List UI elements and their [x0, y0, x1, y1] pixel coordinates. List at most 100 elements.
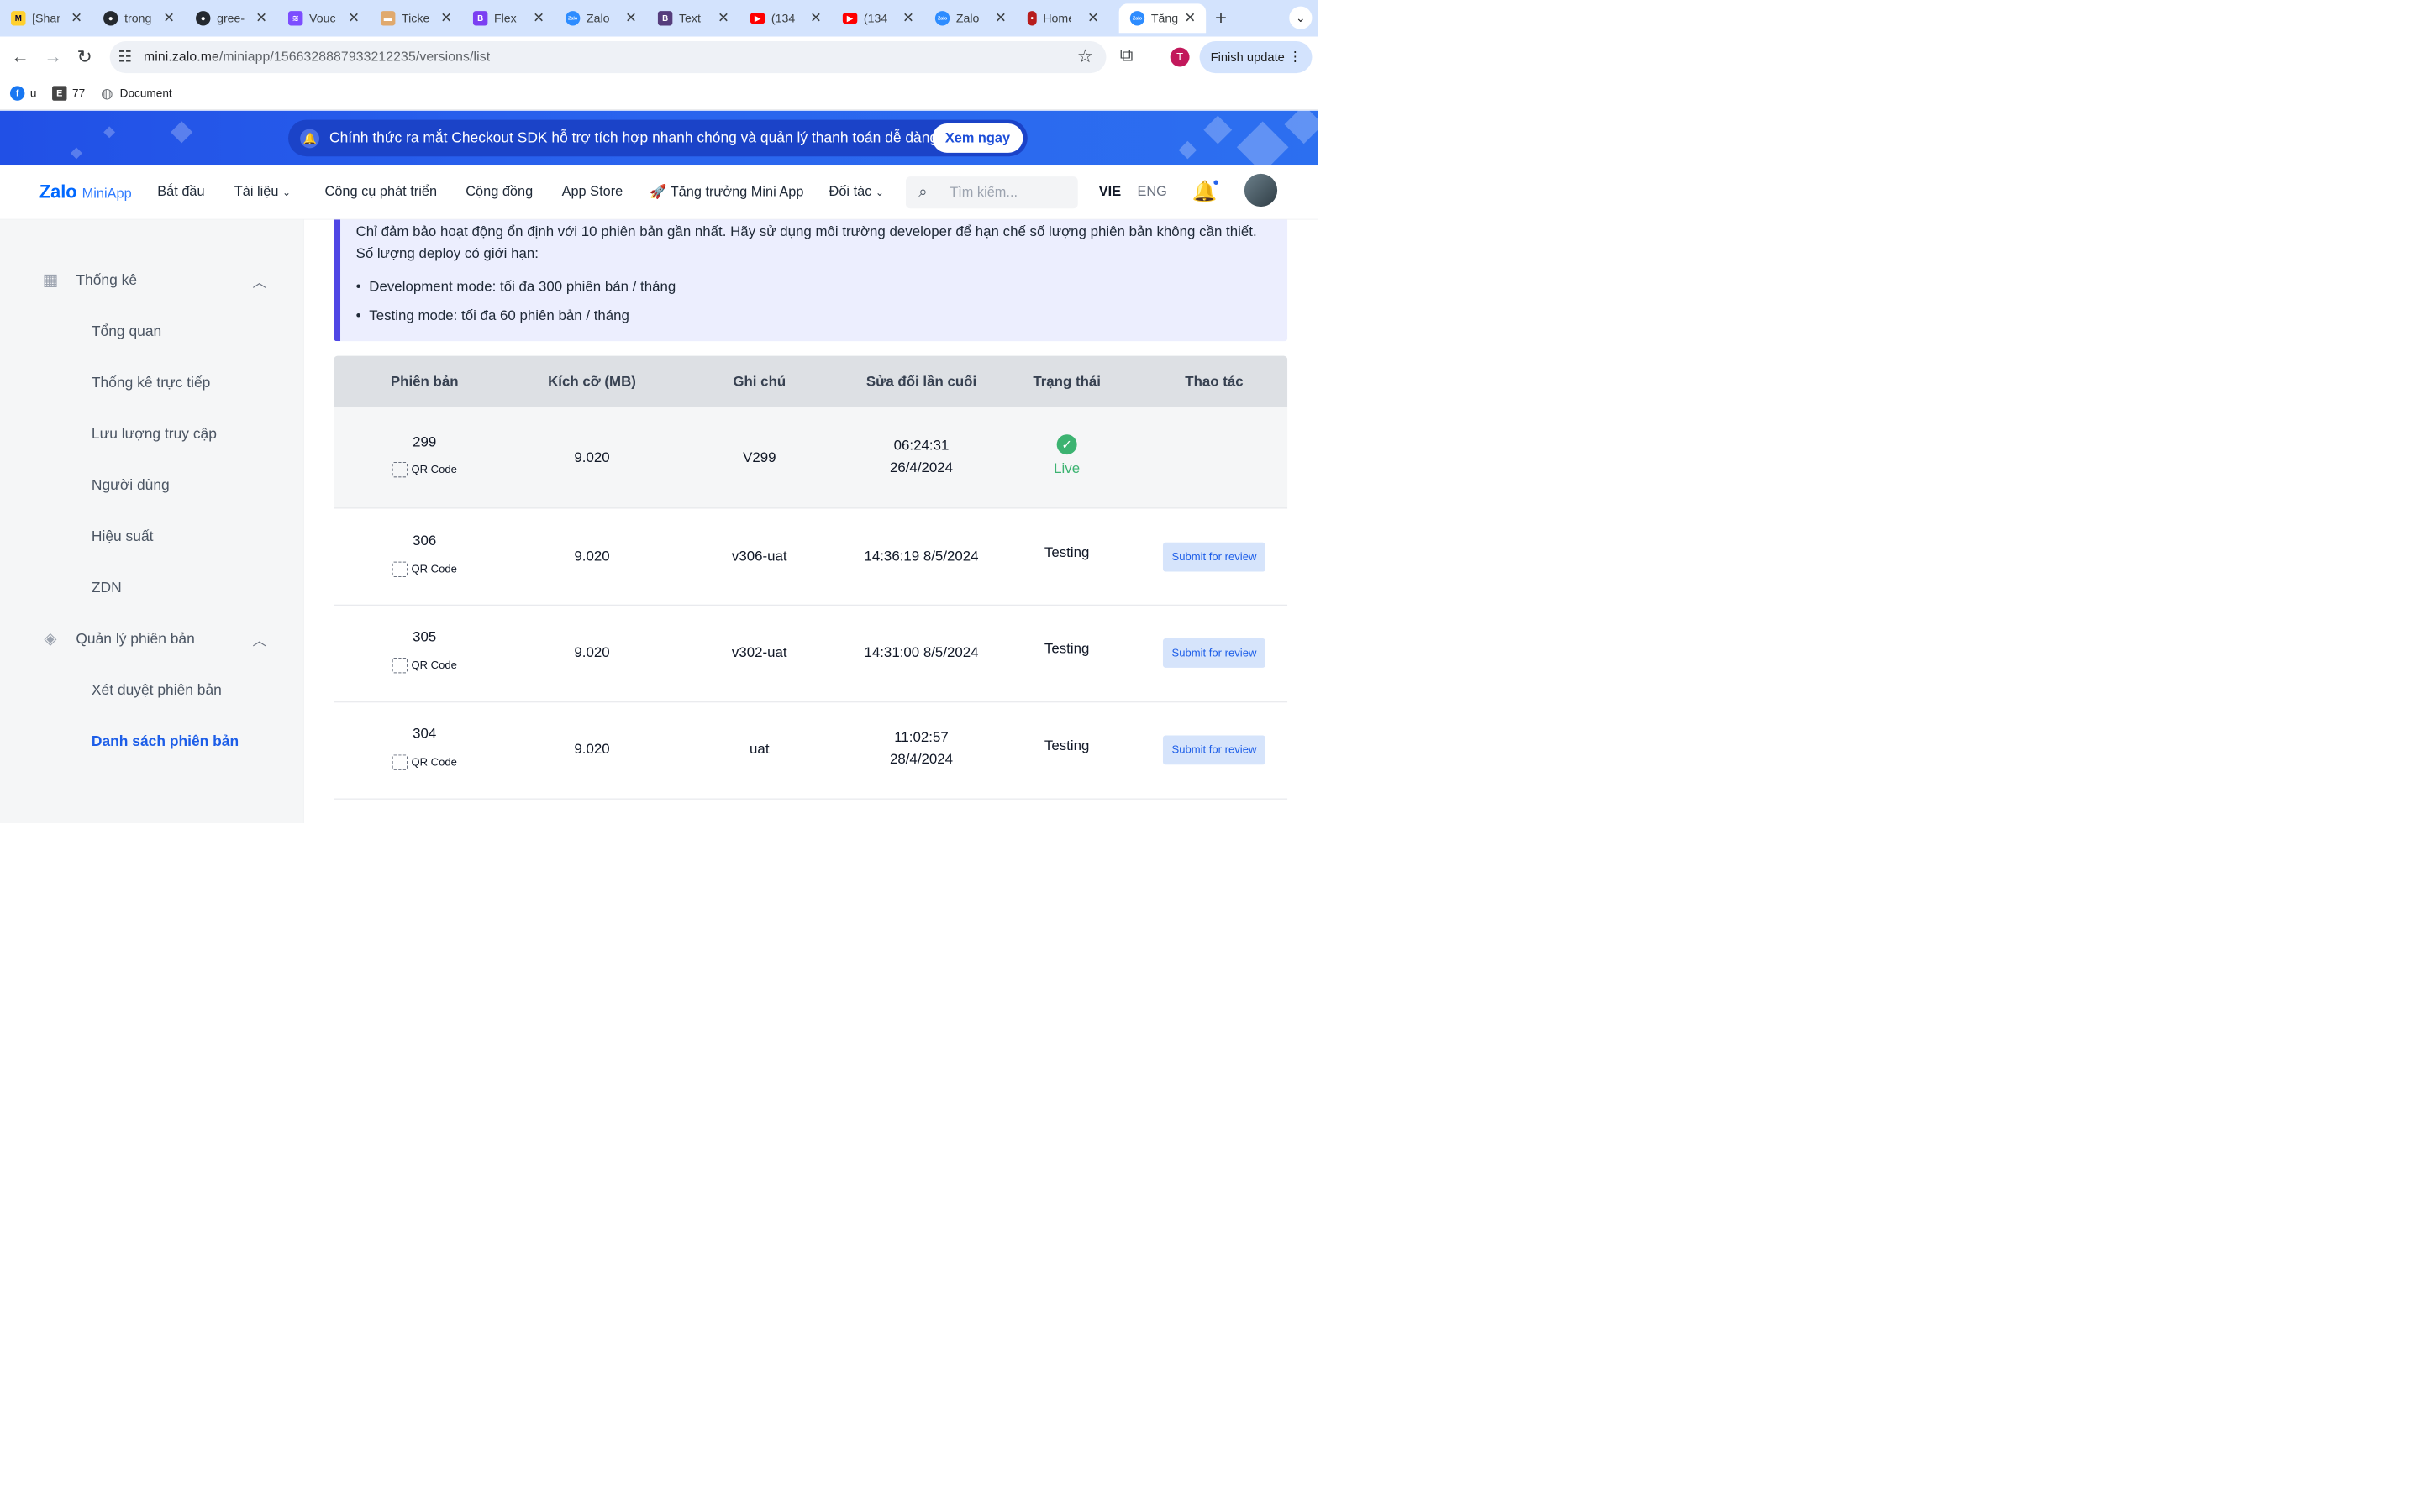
notification-bell-icon[interactable]: 🔔 — [1192, 179, 1218, 202]
tab-title: gree- — [217, 11, 245, 25]
browser-tab[interactable]: ≋ Vouc ✕ — [277, 3, 370, 33]
bookmark-item[interactable]: E 77 — [52, 86, 85, 101]
browser-tab-strip: M [Shar ✕ ● trong ✕ ● gree- ✕ ≋ Vouc ✕ ▬ Ticke ✕ B… — [0, 0, 1318, 37]
banner-cta-button[interactable]: Xem ngay — [932, 123, 1023, 153]
browser-tab[interactable]: ● trong ✕ — [92, 3, 185, 33]
close-tab-icon[interactable]: ✕ — [533, 10, 544, 26]
nav-doi-tac[interactable]: Đối tác ⌄ — [829, 184, 884, 200]
browser-tab[interactable]: M [Shar ✕ — [0, 3, 92, 33]
size-cell: 9.020 — [574, 643, 610, 660]
browser-tab[interactable]: B Text ✕ — [647, 3, 739, 33]
sidebar-item-thong-ke-truc-tiep[interactable]: Thống kê trực tiếp — [92, 374, 210, 391]
close-tab-icon[interactable]: ✕ — [163, 10, 175, 26]
close-tab-icon[interactable]: ✕ — [1184, 10, 1196, 26]
qr-code-link[interactable]: QR Code — [392, 754, 457, 770]
submit-for-review-button[interactable]: Submit for review — [1162, 542, 1265, 572]
table-row: 304 QR Code 9.020 uat 11:02:57 28/4/2024… — [334, 702, 1288, 800]
tab-title: Zalo — [955, 11, 980, 25]
url-text[interactable]: mini.zalo.me/miniapp/1566328887933212235… — [144, 50, 490, 65]
nav-tai-lieu[interactable]: Tài liệu ⌄ — [234, 184, 291, 200]
tab-search-chevron-icon[interactable]: ⌄ — [1289, 6, 1313, 29]
close-tab-icon[interactable]: ✕ — [995, 10, 1007, 26]
submit-for-review-button[interactable]: Submit for review — [1162, 735, 1265, 765]
tab-title: trong — [124, 11, 152, 25]
sidebar-group-thong-ke[interactable]: ▦ Thống kê — [41, 270, 137, 289]
youtube-icon: ▶ — [842, 13, 858, 24]
search-icon: ⌕ — [918, 182, 928, 201]
close-tab-icon[interactable]: ✕ — [718, 10, 729, 26]
new-tab-icon[interactable]: + — [1215, 7, 1227, 29]
bootstrap-icon: B — [472, 11, 488, 26]
sidebar-item-xet-duyet[interactable]: Xét duyệt phiên bản — [92, 681, 222, 698]
close-tab-icon[interactable]: ✕ — [348, 10, 360, 26]
site-info-icon[interactable]: ☷ — [118, 48, 132, 66]
browser-tab[interactable]: Zalo Zalo ✕ — [924, 3, 1017, 33]
banner-pill: 🔔 Chính thức ra mắt Checkout SDK hỗ trợ … — [287, 119, 1028, 157]
search-input[interactable]: ⌕ Tìm kiếm... — [905, 176, 1078, 209]
close-tab-icon[interactable]: ✕ — [1087, 10, 1099, 26]
browser-tab[interactable]: Zalo Zalo ✕ — [555, 3, 647, 33]
forward-arrow-icon[interactable]: → — [44, 47, 62, 68]
sidebar-item-tong-quan[interactable]: Tổng quan — [92, 323, 161, 339]
version-number: 304 — [413, 725, 437, 742]
profile-avatar[interactable]: T — [1170, 47, 1190, 67]
decor-cube — [1178, 140, 1197, 160]
browser-tab[interactable]: ▶ (134 ✕ — [739, 3, 832, 33]
announcement-banner: 🔔 Chính thức ra mắt Checkout SDK hỗ trợ … — [0, 110, 1318, 166]
bookmark-item[interactable]: ◍ Document — [100, 86, 171, 101]
submit-for-review-button[interactable]: Submit for review — [1162, 638, 1265, 668]
lang-vie[interactable]: VIE — [1099, 184, 1121, 200]
back-arrow-icon[interactable]: ← — [11, 47, 29, 68]
more-menu-icon[interactable]: ⋮ — [1288, 49, 1302, 65]
qr-code-icon — [392, 657, 408, 674]
qr-code-link[interactable]: QR Code — [392, 561, 457, 578]
qr-code-link[interactable]: QR Code — [392, 657, 457, 674]
chevron-up-icon[interactable]: ︿ — [253, 629, 266, 649]
sidebar-item-danh-sach-phien-ban[interactable]: Danh sách phiên bản — [92, 732, 239, 749]
decor-cube — [103, 126, 116, 139]
close-tab-icon[interactable]: ✕ — [255, 10, 267, 26]
lang-eng[interactable]: ENG — [1137, 184, 1166, 200]
close-tab-icon[interactable]: ✕ — [902, 10, 914, 26]
finish-update-button[interactable]: Finish update ⋮ — [1199, 40, 1313, 74]
chevron-up-icon[interactable]: ︿ — [253, 270, 266, 291]
bookmark-star-icon[interactable]: ☆ — [1077, 45, 1094, 66]
browser-tab[interactable]: ● gree- ✕ — [185, 3, 277, 33]
tab-title: [Shar — [32, 11, 60, 25]
browser-tab[interactable]: B Flex ✕ — [462, 3, 555, 33]
nav-cong-cu[interactable]: Công cụ phát triển — [325, 184, 437, 200]
sidebar-item-nguoi-dung[interactable]: Người dùng — [92, 476, 170, 493]
extensions-icon[interactable]: ⧉ — [1120, 45, 1134, 65]
bootstrap-icon: B — [657, 11, 673, 26]
close-tab-icon[interactable]: ✕ — [440, 10, 452, 26]
layers-icon: ◈ — [44, 628, 57, 648]
browser-tab-active[interactable]: Zalo Tăng ✕ — [1118, 3, 1207, 34]
bookmark-item[interactable]: fu — [9, 86, 37, 101]
close-tab-icon[interactable]: ✕ — [810, 10, 822, 26]
sidebar-item-hieu-suat[interactable]: Hiệu suất — [92, 528, 154, 544]
browser-tab[interactable]: ▬ Ticke ✕ — [370, 3, 462, 33]
user-avatar[interactable] — [1244, 173, 1278, 207]
qr-code-link[interactable]: QR Code — [392, 461, 457, 478]
sidebar-item-zdn[interactable]: ZDN — [92, 579, 122, 596]
browser-tab[interactable]: • Home ✕ — [1017, 3, 1109, 33]
home-app-icon: • — [1027, 11, 1037, 26]
address-bar[interactable]: ☷ mini.zalo.me/miniapp/15663288879332122… — [109, 40, 1107, 74]
nav-cong-dong[interactable]: Cộng đồng — [466, 184, 533, 200]
tab-title: Flex — [493, 11, 517, 25]
sidebar-group-quan-ly-phien-ban[interactable]: ◈ Quản lý phiên bản — [41, 628, 194, 648]
modified-date: 26/4/2024 — [889, 459, 954, 475]
notice-bullet: Testing mode: tối đa 60 phiên bản / thán… — [356, 307, 629, 324]
status-badge: Testing — [1044, 737, 1090, 753]
zalo-miniapp-logo[interactable]: Zalo MiniApp — [39, 182, 132, 203]
sidebar-item-luu-luong[interactable]: Lưu lượng truy cập — [92, 425, 217, 442]
zalo-icon: Zalo — [934, 11, 950, 26]
col-header: Trạng thái — [1033, 373, 1101, 390]
reload-icon[interactable]: ↻ — [76, 47, 92, 68]
nav-bat-dau[interactable]: Bắt đầu — [157, 184, 204, 200]
close-tab-icon[interactable]: ✕ — [625, 10, 637, 26]
nav-app-store[interactable]: App Store — [562, 184, 623, 200]
browser-tab[interactable]: ▶ (134 ✕ — [832, 3, 924, 33]
close-tab-icon[interactable]: ✕ — [71, 10, 82, 26]
nav-tang-truong[interactable]: 🚀 Tăng trưởng Mini App — [650, 184, 803, 200]
